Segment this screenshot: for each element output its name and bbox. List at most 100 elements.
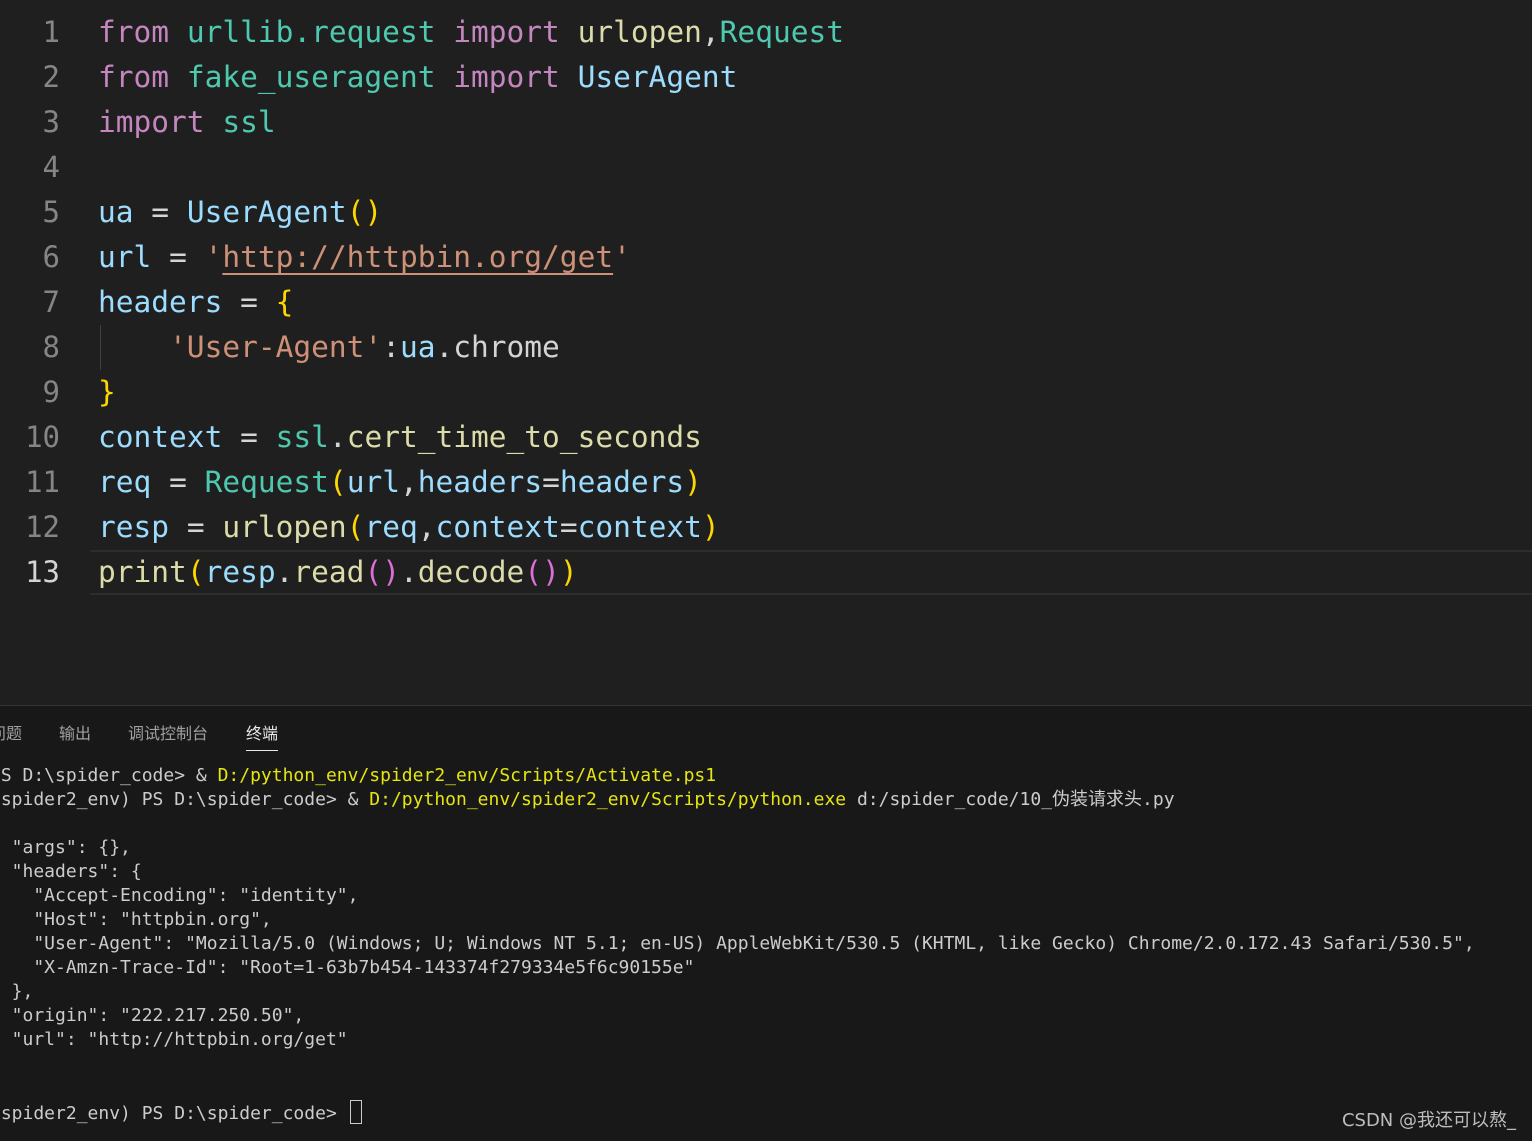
code-text: resp = urlopen(req,context=context): [98, 505, 720, 550]
token-operator: =: [169, 240, 187, 274]
code-line-6[interactable]: 6 url = 'http://httpbin.org/get': [0, 235, 1532, 280]
terminal-output-line: "Host": "httpbin.org",: [0, 909, 272, 930]
terminal-path: D:/python_env/spider2_env/Scripts/Activa…: [217, 765, 717, 786]
code-text: headers = {: [98, 280, 293, 325]
code-text: url = 'http://httpbin.org/get': [98, 235, 631, 280]
token-variable: ua: [98, 195, 134, 229]
token-attribute: chrome: [453, 330, 560, 364]
token-class: Request: [204, 465, 329, 499]
terminal-output-line: },: [11, 981, 34, 1002]
token-variable: resp: [98, 510, 170, 544]
code-line-2[interactable]: 2 from fake_useragent import UserAgent: [0, 55, 1532, 100]
code-text: from fake_useragent import UserAgent: [98, 55, 737, 100]
terminal-prompt: (spider2_env) PS D:\spider_code> &: [0, 789, 370, 810]
url-link[interactable]: http://httpbin.org/get: [222, 240, 613, 274]
token-variable: context: [577, 510, 702, 544]
terminal-output-line: "origin": "222.217.250.50",: [0, 1005, 305, 1026]
line-number: 4: [42, 150, 60, 184]
line-number: 1: [42, 15, 60, 49]
token-operator: =: [240, 420, 258, 454]
code-line-7[interactable]: 7 headers = {: [0, 280, 1532, 325]
terminal-prompt: (spider2_env) PS D:\spider_code>: [0, 1103, 348, 1124]
code-editor[interactable]: 1 from urllib.request import urlopen,Req…: [0, 0, 1532, 705]
token-operator: =: [542, 465, 560, 499]
line-number: 6: [42, 240, 60, 274]
token-bracket: ): [701, 510, 720, 544]
terminal-line: (spider2_env) PS D:\spider_code>: [0, 1100, 362, 1124]
terminal-path: D:/python_env/spider2_env/Scripts/python…: [369, 789, 847, 810]
token-punct: .: [399, 555, 418, 589]
code-line-8[interactable]: 8 'User-Agent':ua.chrome: [0, 325, 1532, 370]
token-variable: context: [98, 420, 223, 454]
terminal-line: PS D:\spider_code> & D:/python_env/spide…: [0, 764, 716, 788]
token-variable: url: [346, 465, 400, 499]
panel-tabs: 问题 输出 调试控制台 终端: [0, 706, 1532, 756]
code-line-12[interactable]: 12 resp = urlopen(req,context=context): [0, 505, 1532, 550]
tab-debug-console[interactable]: 调试控制台: [128, 722, 208, 750]
code-text: from urllib.request import urlopen,Reque…: [98, 10, 844, 55]
line-number: 7: [42, 285, 60, 319]
tab-terminal[interactable]: 终端: [246, 722, 279, 751]
bottom-panel: 问题 输出 调试控制台 终端 PS D:\spider_code> & D:/p…: [0, 705, 1532, 1141]
tab-problems[interactable]: 问题: [0, 722, 22, 750]
code-line-10[interactable]: 10 context = ssl.cert_time_to_seconds: [0, 415, 1532, 460]
token-keyword: from: [98, 60, 170, 94]
token-variable: ua: [399, 330, 436, 364]
token-module: ssl: [275, 420, 329, 454]
token-punct: .: [275, 555, 294, 589]
terminal-line: (spider2_env) PS D:\spider_code> & D:/py…: [0, 788, 1175, 812]
token-operator: =: [559, 510, 578, 544]
token-operator: =: [151, 195, 170, 229]
token-function: urlopen: [222, 510, 347, 544]
terminal-output-line: "User-Agent": "Mozilla/5.0 (Windows; U; …: [0, 933, 1475, 954]
code-text: import ssl: [98, 100, 276, 145]
code-line-9[interactable]: 9 }: [0, 370, 1532, 415]
token-variable: resp: [204, 555, 276, 589]
terminal-cursor: [349, 1100, 362, 1124]
code-text: print(resp.read().decode()): [98, 550, 578, 595]
token-name: UserAgent: [577, 60, 738, 94]
terminal-argument: d:/spider_code/10_伪装请求头.py: [846, 789, 1175, 810]
token-keyword: from: [98, 15, 170, 49]
code-line-3[interactable]: 3 import ssl: [0, 100, 1532, 145]
code-line-11[interactable]: 11 req = Request(url,headers=headers): [0, 460, 1532, 505]
code-text: }: [98, 370, 116, 415]
line-number: 11: [25, 465, 60, 499]
token-class: UserAgent: [186, 195, 347, 229]
token-punct: .: [328, 420, 347, 454]
line-number: 10: [25, 420, 60, 454]
token-function: print: [98, 555, 187, 589]
token-bracket: (): [524, 555, 560, 589]
code-line-1[interactable]: 1 from urllib.request import urlopen,Req…: [0, 10, 1532, 55]
token-punct: ,: [701, 15, 720, 49]
token-bracket: ): [684, 465, 702, 499]
token-class: Request: [719, 15, 844, 49]
terminal-output-line: {: [0, 812, 1, 836]
token-bracket: (): [364, 555, 400, 589]
code-line-13[interactable]: 13 print(resp.read().decode()): [0, 550, 1532, 595]
code-text: context = ssl.cert_time_to_seconds: [98, 415, 702, 460]
line-number: 9: [42, 375, 60, 409]
terminal-output-line: }: [0, 1052, 1, 1076]
watermark: CSDN @我还可以熬_: [1341, 1110, 1516, 1131]
token-function: urlopen: [577, 15, 702, 49]
token-module: urllib.request: [186, 15, 436, 49]
token-punct: ,: [399, 465, 418, 499]
terminal-output-line: "args": {},: [0, 837, 131, 858]
token-string-quote: ': [204, 240, 223, 274]
line-number: 2: [42, 60, 60, 94]
tab-output[interactable]: 输出: [59, 722, 91, 750]
token-variable: headers: [559, 465, 685, 499]
token-punct: :: [382, 330, 400, 364]
line-number: 13: [25, 555, 60, 589]
code-line-4[interactable]: 4: [0, 145, 1532, 190]
token-keyword-arg: headers: [417, 465, 543, 499]
line-number: 3: [42, 105, 60, 139]
code-text: req = Request(url,headers=headers): [98, 460, 702, 505]
token-function: read: [293, 555, 365, 589]
token-bracket: }: [98, 375, 116, 409]
terminal-prompt: PS D:\spider_code> &: [0, 765, 218, 786]
token-bracket: ): [364, 195, 383, 229]
token-variable: headers: [98, 285, 223, 319]
code-line-5[interactable]: 5 ua = UserAgent(): [0, 190, 1532, 235]
